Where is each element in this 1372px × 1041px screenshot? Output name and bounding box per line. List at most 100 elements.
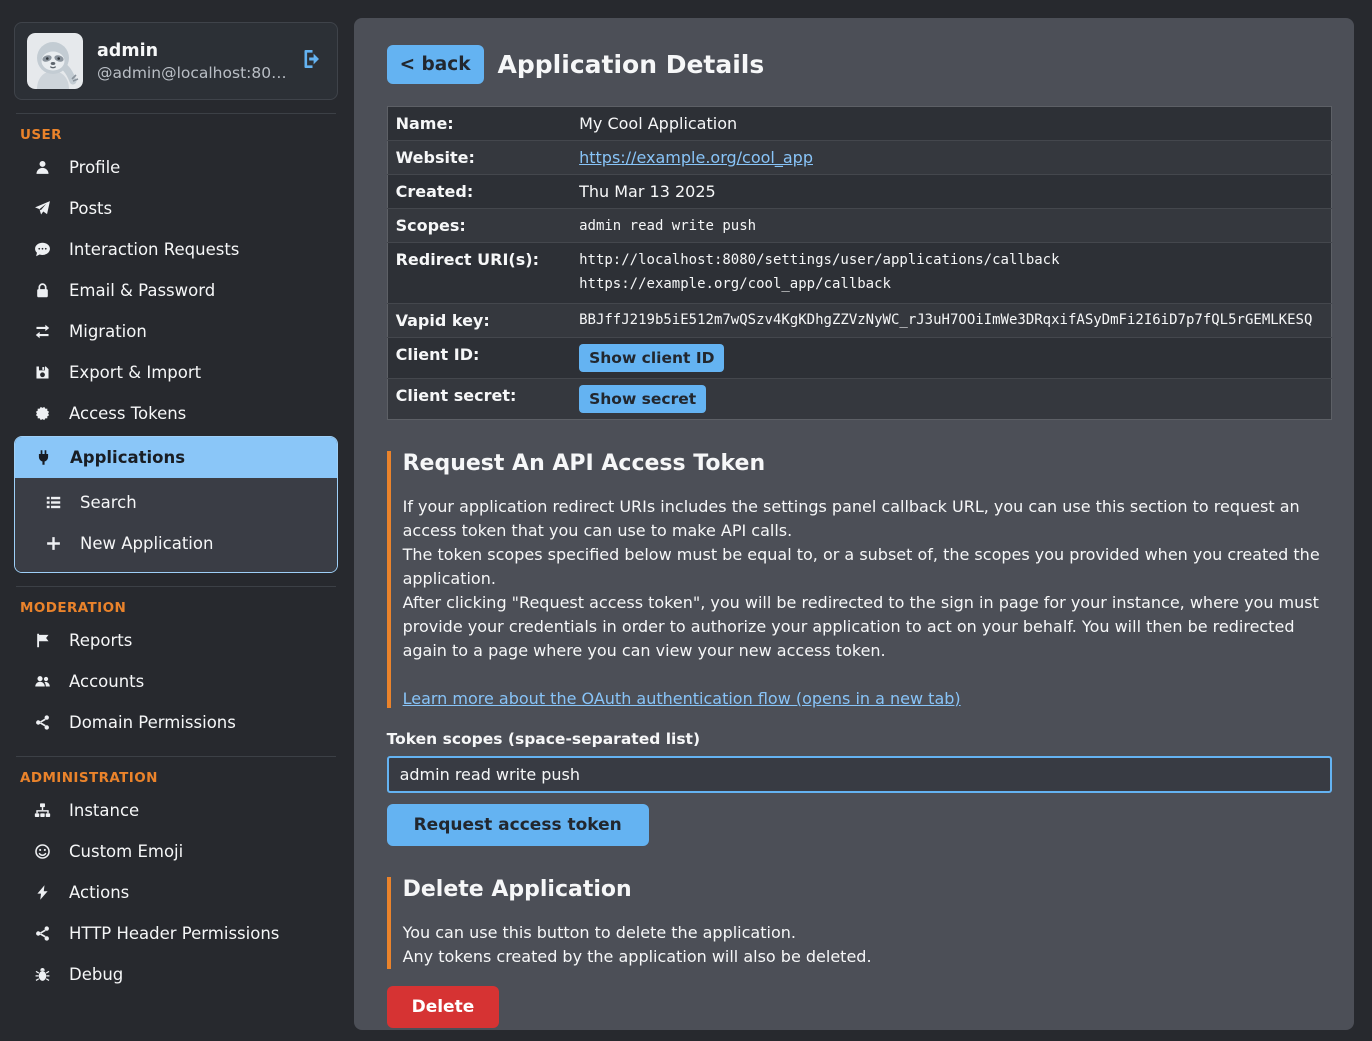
row-value: Show client ID bbox=[579, 337, 1331, 378]
sidebar-item-label: Actions bbox=[69, 883, 129, 902]
applications-sub-list: Search New Application bbox=[15, 478, 337, 572]
sidebar-item-label: Export & Import bbox=[69, 363, 201, 382]
sidebar-item-reports[interactable]: Reports bbox=[14, 620, 338, 661]
token-scopes-input[interactable] bbox=[387, 756, 1332, 793]
sidebar-item-debug[interactable]: Debug bbox=[14, 954, 338, 995]
face-smile-icon bbox=[32, 843, 52, 860]
redirect-uri: https://example.org/cool_app/callback bbox=[579, 273, 1323, 297]
request-access-token-button[interactable]: Request access token bbox=[387, 804, 649, 846]
sidebar-item-email-password[interactable]: Email & Password bbox=[14, 270, 338, 311]
row-label: Website: bbox=[387, 141, 579, 175]
sidebar-item-label: Reports bbox=[69, 631, 132, 650]
sidebar-item-accounts[interactable]: Accounts bbox=[14, 661, 338, 702]
sidebar-item-profile[interactable]: Profile bbox=[14, 147, 338, 188]
website-link[interactable]: https://example.org/cool_app bbox=[579, 148, 813, 167]
section-paragraph: If your application redirect URIs includ… bbox=[403, 495, 1332, 543]
sidebar-item-label: Migration bbox=[69, 322, 147, 341]
sidebar-item-label: Posts bbox=[69, 199, 112, 218]
row-value: My Cool Application bbox=[579, 107, 1331, 141]
table-row-vapid-key: Vapid key: BBJffJ219b5iE512m7wQSzv4KgKDh… bbox=[387, 303, 1331, 337]
divider bbox=[16, 586, 336, 587]
show-secret-button[interactable]: Show secret bbox=[579, 385, 706, 413]
sidebar-item-domain-permissions[interactable]: Domain Permissions bbox=[14, 702, 338, 743]
table-row-scopes: Scopes: admin read write push bbox=[387, 209, 1331, 243]
row-label: Created: bbox=[387, 175, 579, 209]
sitemap-icon bbox=[32, 802, 52, 819]
sidebar-item-label: Email & Password bbox=[69, 281, 215, 300]
sidebar-item-label: Debug bbox=[69, 965, 123, 984]
sidebar-item-posts[interactable]: Posts bbox=[14, 188, 338, 229]
sidebar-item-new-application[interactable]: New Application bbox=[15, 523, 337, 564]
comment-dots-icon bbox=[32, 241, 52, 258]
user-icon bbox=[32, 159, 52, 176]
users-icon bbox=[32, 673, 52, 690]
table-row-redirect-uris: Redirect URI(s): http://localhost:8080/s… bbox=[387, 243, 1331, 304]
floppy-disk-icon bbox=[32, 364, 52, 381]
row-label: Name: bbox=[387, 107, 579, 141]
page-title: Application Details bbox=[498, 50, 765, 79]
row-label: Vapid key: bbox=[387, 303, 579, 337]
table-row-website: Website: https://example.org/cool_app bbox=[387, 141, 1331, 175]
sidebar-item-label: Profile bbox=[69, 158, 120, 177]
logout-icon[interactable] bbox=[301, 47, 325, 75]
sidebar-group-applications: Applications Search New Application bbox=[14, 436, 338, 573]
row-label: Scopes: bbox=[387, 209, 579, 243]
table-row-client-id: Client ID: Show client ID bbox=[387, 337, 1331, 378]
arrows-left-right-icon bbox=[32, 323, 52, 340]
redirect-uri: http://localhost:8080/settings/user/appl… bbox=[579, 249, 1323, 273]
row-value: http://localhost:8080/settings/user/appl… bbox=[579, 243, 1331, 304]
user-meta: admin @admin@localhost:80… bbox=[97, 40, 287, 82]
row-value: https://example.org/cool_app bbox=[579, 141, 1331, 175]
sidebar-item-applications[interactable]: Applications bbox=[15, 437, 337, 478]
sidebar-item-instance[interactable]: Instance bbox=[14, 790, 338, 831]
token-scopes-label: Token scopes (space-separated list) bbox=[387, 730, 1332, 748]
sidebar-category-user: USER bbox=[20, 127, 334, 143]
sidebar: admin @admin@localhost:80… USER Profile bbox=[0, 0, 354, 1041]
oauth-docs-link[interactable]: Learn more about the OAuth authenticatio… bbox=[403, 689, 961, 708]
section-paragraph: After clicking "Request access token", y… bbox=[403, 591, 1332, 663]
delete-button[interactable]: Delete bbox=[387, 986, 500, 1028]
settings-app: admin @admin@localhost:80… USER Profile bbox=[0, 0, 1372, 1041]
sidebar-item-label: Accounts bbox=[69, 672, 144, 691]
sidebar-item-export-import[interactable]: Export & Import bbox=[14, 352, 338, 393]
delete-application-section: Delete Application You can use this butt… bbox=[387, 877, 1332, 969]
table-row-client-secret: Client secret: Show secret bbox=[387, 378, 1331, 419]
divider bbox=[16, 113, 336, 114]
sidebar-item-custom-emoji[interactable]: Custom Emoji bbox=[14, 831, 338, 872]
main-panel: < back Application Details Name: My Cool… bbox=[354, 18, 1354, 1030]
sidebar-item-label: Custom Emoji bbox=[69, 842, 183, 861]
sidebar-item-label: New Application bbox=[80, 534, 213, 553]
lock-icon bbox=[32, 282, 52, 299]
sidebar-item-label: Access Tokens bbox=[69, 404, 186, 423]
sidebar-item-label: HTTP Header Permissions bbox=[69, 924, 279, 943]
share-nodes-icon bbox=[32, 714, 52, 731]
sidebar-item-interaction-requests[interactable]: Interaction Requests bbox=[14, 229, 338, 270]
section-paragraph: Any tokens created by the application wi… bbox=[403, 945, 1332, 969]
section-paragraph: The token scopes specified below must be… bbox=[403, 543, 1332, 591]
title-row: < back Application Details bbox=[387, 45, 1332, 84]
row-label: Redirect URI(s): bbox=[387, 243, 579, 304]
sidebar-category-moderation: MODERATION bbox=[20, 600, 334, 616]
sidebar-item-label: Search bbox=[80, 493, 137, 512]
sidebar-item-http-header-permissions[interactable]: HTTP Header Permissions bbox=[14, 913, 338, 954]
sidebar-item-migration[interactable]: Migration bbox=[14, 311, 338, 352]
back-button[interactable]: < back bbox=[387, 45, 484, 84]
username: admin bbox=[97, 40, 287, 64]
table-row-name: Name: My Cool Application bbox=[387, 107, 1331, 141]
flag-icon bbox=[32, 632, 52, 649]
row-value: Show secret bbox=[579, 378, 1331, 419]
bug-icon bbox=[32, 966, 52, 983]
show-client-id-button[interactable]: Show client ID bbox=[579, 344, 724, 372]
row-label: Client ID: bbox=[387, 337, 579, 378]
application-details-table: Name: My Cool Application Website: https… bbox=[387, 106, 1332, 420]
row-label: Client secret: bbox=[387, 378, 579, 419]
sidebar-item-actions[interactable]: Actions bbox=[14, 872, 338, 913]
section-heading: Delete Application bbox=[403, 877, 1332, 902]
row-value: admin read write push bbox=[579, 209, 1331, 243]
list-icon bbox=[43, 494, 63, 511]
sidebar-item-access-tokens[interactable]: Access Tokens bbox=[14, 393, 338, 434]
user-card[interactable]: admin @admin@localhost:80… bbox=[14, 22, 338, 100]
certificate-icon bbox=[32, 405, 52, 422]
sidebar-item-search[interactable]: Search bbox=[15, 482, 337, 523]
table-row-created: Created: Thu Mar 13 2025 bbox=[387, 175, 1331, 209]
